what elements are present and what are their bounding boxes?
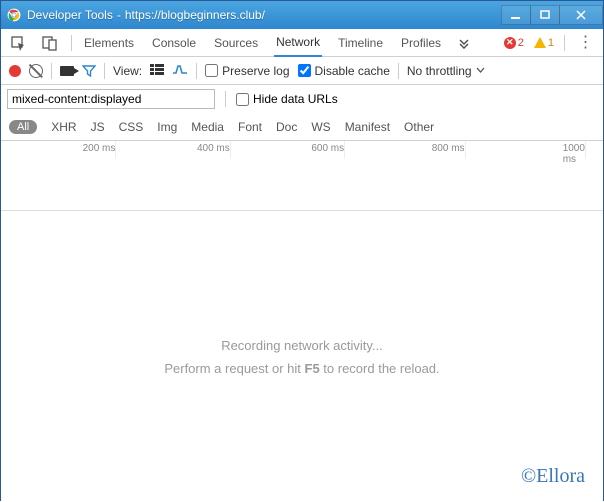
throttling-select[interactable]: No throttling <box>407 64 485 78</box>
inspect-icon[interactable] <box>7 32 29 54</box>
error-badge[interactable]: ✕2 <box>504 37 524 49</box>
separator <box>104 63 105 79</box>
separator <box>225 91 226 107</box>
warning-icon <box>534 37 546 48</box>
chrome-icon <box>7 8 21 22</box>
record-button[interactable] <box>9 65 21 77</box>
filter-input[interactable] <box>7 89 215 109</box>
timeline-tick: 800 ms <box>432 143 465 154</box>
tab-console[interactable]: Console <box>150 29 198 56</box>
devtools-tabs-row: Elements Console Sources Network Timeline Pro… <box>1 29 603 57</box>
empty-title: Recording network activity... <box>221 338 383 353</box>
type-js[interactable]: JS <box>91 120 105 134</box>
separator <box>564 35 565 51</box>
minimize-button[interactable] <box>501 5 531 25</box>
view-label: View: <box>113 64 142 78</box>
title-sep: - <box>117 8 121 22</box>
window-title: Developer Tools - https://blogbeginners.… <box>27 8 502 22</box>
disable-cache-checkbox[interactable]: Disable cache <box>298 64 390 78</box>
empty-hint: Perform a request or hit F5 to record th… <box>164 361 439 376</box>
tab-elements[interactable]: Elements <box>82 29 136 56</box>
tab-network[interactable]: Network <box>274 30 322 57</box>
resource-type-row: All XHR JS CSS Img Media Font Doc WS Manifest Oth… <box>1 113 603 141</box>
empty-state: Recording network activity... Perform a … <box>1 211 603 502</box>
type-img[interactable]: Img <box>157 120 177 134</box>
type-font[interactable]: Font <box>238 120 262 134</box>
title-app: Developer Tools <box>27 8 113 22</box>
close-button[interactable] <box>559 5 603 25</box>
warning-badge[interactable]: 1 <box>534 37 554 49</box>
timeline-overview[interactable]: 200 ms 400 ms 600 ms 800 ms 1000 ms <box>1 141 603 211</box>
overview-icon[interactable] <box>172 63 188 78</box>
type-other[interactable]: Other <box>404 120 434 134</box>
hide-data-urls-checkbox[interactable]: Hide data URLs <box>236 92 338 106</box>
tab-sources[interactable]: Sources <box>212 29 260 56</box>
device-icon[interactable] <box>39 32 61 54</box>
timeline-tick: 400 ms <box>197 143 230 154</box>
filter-row: Hide data URLs <box>1 85 603 113</box>
separator <box>71 35 72 51</box>
type-doc[interactable]: Doc <box>276 120 297 134</box>
timeline-tick: 600 ms <box>311 143 344 154</box>
timeline-tick: 200 ms <box>83 143 116 154</box>
separator <box>196 63 197 79</box>
watermark: ©Ellora <box>521 465 585 488</box>
type-media[interactable]: Media <box>191 120 224 134</box>
title-url: https://blogbeginners.club/ <box>125 8 265 22</box>
chevron-down-icon <box>476 66 485 75</box>
clear-button[interactable] <box>29 64 43 78</box>
separator <box>398 63 399 79</box>
filter-icon[interactable] <box>82 64 96 78</box>
type-all[interactable]: All <box>9 120 37 134</box>
separator <box>51 63 52 79</box>
screenshot-icon[interactable] <box>60 66 74 76</box>
more-tabs-icon[interactable] <box>453 32 475 54</box>
window-titlebar: Developer Tools - https://blogbeginners.… <box>1 1 603 29</box>
maximize-button[interactable] <box>530 5 560 25</box>
network-toolbar: View: Preserve log Disable cache No thro… <box>1 57 603 85</box>
tab-timeline[interactable]: Timeline <box>336 29 385 56</box>
tab-profiles[interactable]: Profiles <box>399 29 443 56</box>
large-rows-icon[interactable] <box>150 63 164 78</box>
type-manifest[interactable]: Manifest <box>345 120 390 134</box>
timeline-tick: 1000 ms <box>563 143 585 165</box>
type-xhr[interactable]: XHR <box>51 120 76 134</box>
kebab-menu-icon[interactable]: ⋮ <box>575 32 597 54</box>
type-ws[interactable]: WS <box>311 120 330 134</box>
preserve-log-checkbox[interactable]: Preserve log <box>205 64 289 78</box>
type-css[interactable]: CSS <box>119 120 144 134</box>
